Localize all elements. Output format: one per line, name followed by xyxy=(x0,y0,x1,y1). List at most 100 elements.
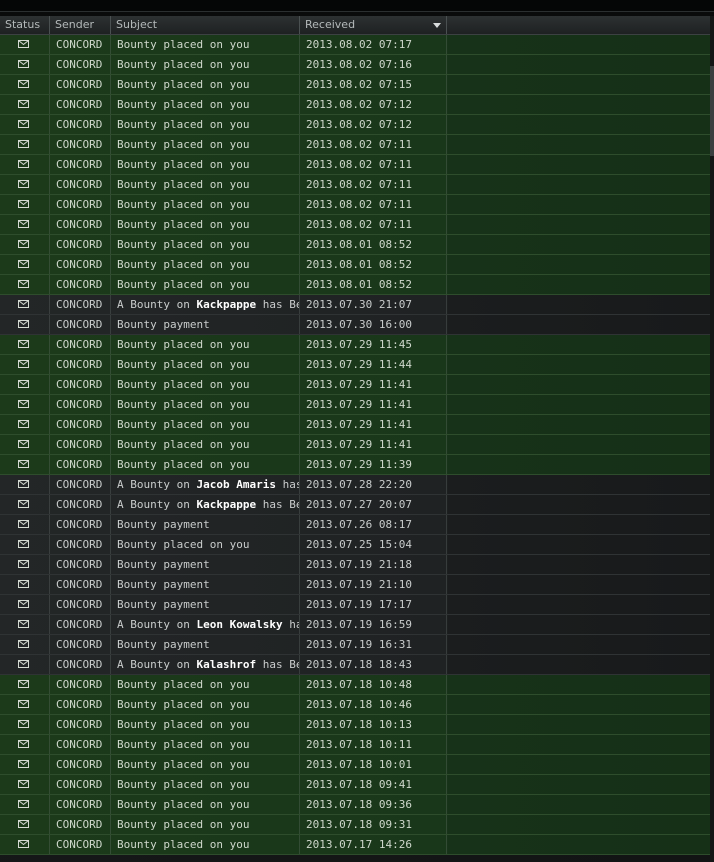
message-row[interactable]: CONCORD Bounty payment 2013.07.19 21:10 xyxy=(0,575,710,595)
envelope-icon xyxy=(18,640,29,648)
message-row[interactable]: CONCORD Bounty placed on you 2013.07.29 11… xyxy=(0,415,710,435)
column-header: Status Sender Subject Received xyxy=(0,16,710,35)
message-row[interactable]: CONCORD Bounty placed on you 2013.07.17 14… xyxy=(0,835,710,855)
envelope-icon xyxy=(18,720,29,728)
message-row[interactable]: CONCORD Bounty placed on you 2013.08.02 07… xyxy=(0,195,710,215)
message-received: 2013.07.17 14:26 xyxy=(300,835,447,854)
message-subject: Bounty placed on you xyxy=(111,415,300,434)
message-row[interactable]: CONCORD Bounty placed on you 2013.08.02 07… xyxy=(0,215,710,235)
message-row[interactable]: CONCORD Bounty placed on you 2013.07.18 10… xyxy=(0,695,710,715)
message-received: 2013.07.18 10:13 xyxy=(300,715,447,734)
message-subject: Bounty placed on you xyxy=(111,375,300,394)
message-status xyxy=(0,115,50,134)
scrollbar[interactable] xyxy=(710,16,714,862)
message-row[interactable]: CONCORD Bounty payment 2013.07.19 17:17 xyxy=(0,595,710,615)
message-row[interactable]: CONCORD Bounty payment 2013.07.19 21:18 xyxy=(0,555,710,575)
message-row[interactable]: CONCORD A Bounty on Jacob Amaris has 2013.… xyxy=(0,475,710,495)
message-status xyxy=(0,135,50,154)
message-row[interactable]: CONCORD Bounty placed on you 2013.07.29 11… xyxy=(0,435,710,455)
message-sender: CONCORD xyxy=(50,655,111,674)
subject-prefix: A Bounty on xyxy=(117,618,197,631)
message-subject: Bounty placed on you xyxy=(111,255,300,274)
message-row[interactable]: CONCORD Bounty placed on you 2013.07.25 15… xyxy=(0,535,710,555)
column-header-status[interactable]: Status xyxy=(0,16,50,34)
message-subject: Bounty payment xyxy=(111,555,300,574)
envelope-icon xyxy=(18,300,29,308)
message-row[interactable]: CONCORD Bounty placed on you 2013.07.29 11… xyxy=(0,355,710,375)
message-row[interactable]: CONCORD Bounty placed on you 2013.08.02 07… xyxy=(0,95,710,115)
message-row[interactable]: CONCORD Bounty placed on you 2013.07.29 11… xyxy=(0,395,710,415)
subject-character-name: Kackpappe xyxy=(196,498,257,511)
message-status xyxy=(0,575,50,594)
message-row[interactable]: CONCORD Bounty placed on you 2013.08.01 08… xyxy=(0,255,710,275)
message-row[interactable]: CONCORD Bounty placed on you 2013.07.18 09… xyxy=(0,795,710,815)
message-received: 2013.08.02 07:11 xyxy=(300,195,447,214)
message-received: 2013.07.18 18:43 xyxy=(300,655,447,674)
message-status xyxy=(0,555,50,574)
message-row[interactable]: CONCORD Bounty placed on you 2013.07.29 11… xyxy=(0,335,710,355)
message-row[interactable]: CONCORDA Bounty on Leon Kowalsky has2013… xyxy=(0,615,710,635)
message-status xyxy=(0,475,50,494)
column-header-received[interactable]: Received xyxy=(300,16,447,34)
message-row[interactable]: CONCORD Bounty placed on you 2013.07.18 10… xyxy=(0,755,710,775)
message-status xyxy=(0,275,50,294)
subject-prefix: A Bounty on xyxy=(117,478,197,491)
message-row[interactable]: CONCORD Bounty placed on you 2013.08.02 07… xyxy=(0,55,710,75)
subject-prefix: A Bounty on xyxy=(117,498,197,511)
message-row[interactable]: CONCORD Bounty placed on you 2013.07.18 10… xyxy=(0,735,710,755)
message-received: 2013.07.29 11:45 xyxy=(300,335,447,354)
message-sender: CONCORD xyxy=(50,515,111,534)
message-sender: CONCORD xyxy=(50,635,111,654)
message-sender: CONCORD xyxy=(50,815,111,834)
envelope-icon xyxy=(18,200,29,208)
message-received: 2013.07.29 11:39 xyxy=(300,455,447,474)
message-row[interactable]: CONCORD Bounty placed on you 2013.07.18 09… xyxy=(0,775,710,795)
message-row[interactable]: CONCORD Bounty placed on you 2013.08.02 07… xyxy=(0,155,710,175)
message-subject: Bounty placed on you xyxy=(111,55,300,74)
message-row[interactable]: CONCORD Bounty payment 2013.07.30 16:00 xyxy=(0,315,710,335)
message-row[interactable]: CONCORD Bounty placed on you 2013.07.18 09… xyxy=(0,815,710,835)
message-row[interactable]: CONCORD Bounty placed on you 2013.08.02 07… xyxy=(0,75,710,95)
column-header-subject[interactable]: Subject xyxy=(111,16,300,34)
message-row[interactable]: CONCORDA Bounty on Kackpappe has Bee2013… xyxy=(0,495,710,515)
subject-suffix: has Been xyxy=(262,658,299,671)
message-status xyxy=(0,315,50,334)
message-row[interactable]: CONCORDA Bounty on Kackpappe has Bee2013… xyxy=(0,295,710,315)
message-received: 2013.07.18 09:41 xyxy=(300,775,447,794)
message-row[interactable]: CONCORD Bounty placed on you 2013.08.01 08… xyxy=(0,235,710,255)
message-sender: CONCORD xyxy=(50,775,111,794)
message-row[interactable]: CONCORD Bounty placed on you 2013.07.29 11… xyxy=(0,375,710,395)
column-header-sender[interactable]: Sender xyxy=(50,16,111,34)
message-status xyxy=(0,175,50,194)
envelope-icon xyxy=(18,780,29,788)
message-status xyxy=(0,775,50,794)
message-status xyxy=(0,375,50,394)
message-sender: CONCORD xyxy=(50,135,111,154)
message-received: 2013.08.02 07:11 xyxy=(300,215,447,234)
message-row[interactable]: CONCORD Bounty placed on you 2013.07.18 10… xyxy=(0,715,710,735)
message-row[interactable]: CONCORD Bounty placed on you 2013.08.02 07… xyxy=(0,175,710,195)
message-row[interactable]: CONCORD Bounty payment 2013.07.19 16:31 xyxy=(0,635,710,655)
message-row[interactable]: CONCORD Bounty placed on you 2013.08.02 07… xyxy=(0,35,710,55)
message-row[interactable]: CONCORD Bounty placed on you 2013.08.02 07… xyxy=(0,115,710,135)
message-sender: CONCORD xyxy=(50,315,111,334)
message-sender: CONCORD xyxy=(50,35,111,54)
scrollbar-thumb[interactable] xyxy=(710,66,714,156)
message-status xyxy=(0,395,50,414)
envelope-icon xyxy=(18,80,29,88)
message-row[interactable]: CONCORD Bounty placed on you 2013.07.18 10… xyxy=(0,675,710,695)
message-sender: CONCORD xyxy=(50,715,111,734)
envelope-icon xyxy=(18,500,29,508)
message-row[interactable]: CONCORD Bounty payment 2013.07.26 08:17 xyxy=(0,515,710,535)
envelope-icon xyxy=(18,820,29,828)
envelope-icon xyxy=(18,120,29,128)
message-sender: CONCORD xyxy=(50,835,111,854)
message-row[interactable]: CONCORD Bounty placed on you 2013.07.29 11… xyxy=(0,455,710,475)
message-row[interactable]: CONCORDA Bounty on Kalashrof has Been201… xyxy=(0,655,710,675)
message-row[interactable]: CONCORD Bounty placed on you 2013.08.01 08… xyxy=(0,275,710,295)
envelope-icon xyxy=(18,100,29,108)
message-row[interactable]: CONCORD Bounty placed on you 2013.08.02 07… xyxy=(0,135,710,155)
message-subject: Bounty placed on you xyxy=(111,535,300,554)
message-subject: Bounty placed on you xyxy=(111,275,300,294)
message-received: 2013.08.02 07:16 xyxy=(300,55,447,74)
